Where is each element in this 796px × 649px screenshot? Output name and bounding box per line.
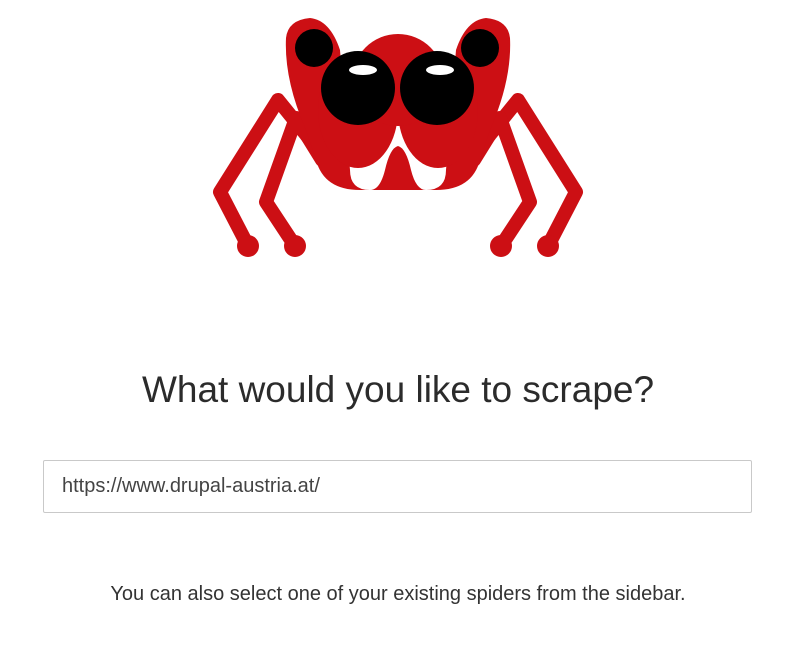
sidebar-hint-text: You can also select one of your existing… [110,583,686,605]
scraper-start-page: What would you like to scrape? You can a… [0,0,796,649]
url-input[interactable] [43,460,752,513]
page-title: What would you like to scrape? [141,369,655,410]
spider-logo-icon [200,10,596,272]
